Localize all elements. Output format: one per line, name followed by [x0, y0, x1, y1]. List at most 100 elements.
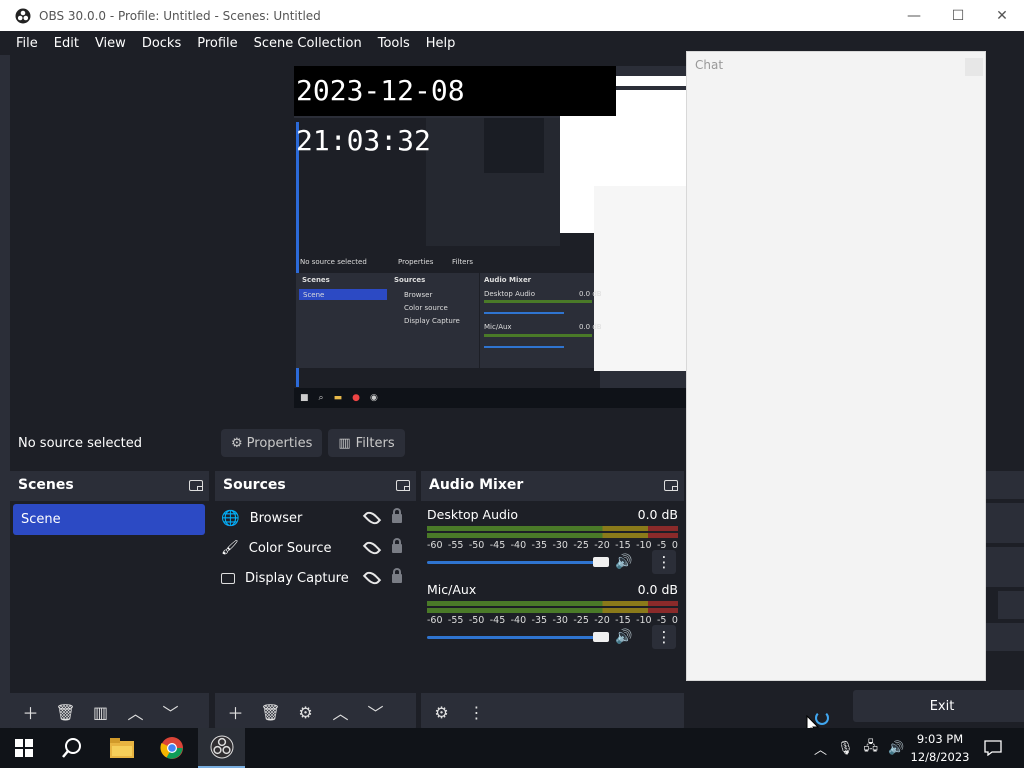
controls-button-1[interactable]: [986, 503, 1024, 543]
menu-docks[interactable]: Docks: [134, 36, 189, 51]
controls-button-2[interactable]: [986, 547, 1024, 587]
network-icon[interactable]: 🖧: [864, 737, 879, 759]
menu-profile[interactable]: Profile: [189, 36, 245, 51]
move-scene-down-button[interactable]: ﹀: [156, 699, 185, 726]
volume-slider[interactable]: [427, 560, 599, 564]
audio-menu-button[interactable]: ⋮: [462, 699, 491, 726]
move-scene-up-button[interactable]: ︿: [121, 699, 150, 726]
notifications-button[interactable]: [978, 728, 1008, 768]
maximize-button[interactable]: ☐: [936, 0, 980, 31]
add-scene-button[interactable]: ＋: [16, 699, 45, 726]
properties-button[interactable]: ⚙ Properties: [221, 429, 323, 457]
nested-start-icon: ■: [300, 393, 309, 403]
nested-chrome-icon: ●: [352, 393, 360, 403]
volume-slider-handle[interactable]: [593, 632, 609, 642]
taskbar: ︿ 🎙 🖧 🔊 9:03 PM 12/8/2023: [0, 728, 1024, 768]
chat-title: Chat: [695, 58, 724, 72]
nested-obs-icon: ◉: [369, 393, 378, 403]
chevron-up-icon[interactable]: ︿: [814, 739, 827, 758]
controls-settings-button[interactable]: [998, 591, 1024, 619]
nested-mic-db: 0.0 dB: [579, 323, 602, 331]
lock-icon[interactable]: [392, 507, 402, 523]
move-source-up-button[interactable]: ︿: [326, 699, 355, 726]
chat-dock[interactable]: Chat: [686, 51, 986, 681]
scene-filters-button[interactable]: ▥: [86, 699, 115, 726]
context-bar: No source selected ⚙ Properties ▥ Filter…: [10, 421, 686, 465]
channel-level: 0.0 dB: [637, 582, 678, 597]
nested-desktop-db: 0.0 dB: [579, 290, 602, 298]
nested-meter-2: [484, 334, 592, 337]
search-button[interactable]: [48, 728, 96, 768]
microphone-icon[interactable]: 🎙: [837, 741, 854, 756]
nested-sources-title: Sources: [394, 276, 426, 284]
source-properties-button[interactable]: ⚙: [291, 699, 320, 726]
lock-icon[interactable]: [392, 537, 402, 553]
menu-scene-collection[interactable]: Scene Collection: [246, 36, 370, 51]
exit-label: Exit: [929, 698, 955, 714]
audio-mixer-dock: Audio Mixer Desktop Audio 0.0 dB -60 -55-…: [421, 471, 684, 731]
taskbar-date: 12/8/2023: [910, 750, 970, 764]
move-source-down-button[interactable]: ﹀: [361, 699, 390, 726]
source-row-browser[interactable]: 🌐 Browser: [221, 503, 406, 533]
nested-no-source-label: No source selected: [300, 258, 367, 266]
audio-settings-button[interactable]: ⚙: [427, 699, 456, 726]
source-row-display[interactable]: Display Capture: [221, 563, 406, 593]
obs-taskbar-button[interactable]: [198, 728, 245, 768]
start-button[interactable]: [0, 728, 48, 768]
no-source-label: No source selected: [18, 435, 142, 451]
scene-item[interactable]: Scene: [13, 504, 205, 535]
add-source-button[interactable]: ＋: [221, 699, 250, 726]
lock-icon[interactable]: [392, 567, 402, 583]
system-tray: ︿ 🎙 🖧 🔊: [814, 728, 904, 768]
menu-tools[interactable]: Tools: [370, 36, 418, 51]
trash-icon: 🗑: [260, 702, 281, 722]
nested-scenes-dock: [296, 273, 390, 368]
nested-audio-dock: [480, 273, 598, 368]
chat-float-button[interactable]: [965, 58, 983, 76]
filters-button[interactable]: ▥ Filters: [328, 429, 405, 457]
menu-help[interactable]: Help: [418, 36, 464, 51]
channel-level: 0.0 dB: [637, 507, 678, 522]
volume-meter: [427, 608, 678, 613]
nested-mic-label: Mic/Aux: [484, 323, 512, 331]
volume-slider-handle[interactable]: [593, 557, 609, 567]
remove-source-button[interactable]: 🗑: [256, 699, 285, 726]
menu-edit[interactable]: Edit: [46, 36, 87, 51]
meter-ticks: -60 -55 -50 -45 -40 -35 -30 -25 -20 -15 -10 -5 0: [427, 540, 678, 551]
chrome-button[interactable]: [148, 728, 196, 768]
close-button[interactable]: ✕: [980, 0, 1024, 31]
undock-icon[interactable]: [396, 479, 410, 491]
gear-icon: ⚙: [231, 435, 243, 451]
volume-icon[interactable]: 🔊: [888, 741, 904, 756]
eye-icon[interactable]: [362, 508, 382, 528]
kebab-icon: ⋮: [656, 553, 672, 571]
nested-taskbar: ■ ⌕ ▬ ● ◉: [294, 388, 686, 408]
nested-scene-label: Scene: [303, 291, 325, 299]
speaker-icon[interactable]: 🔊: [615, 554, 632, 570]
eye-icon[interactable]: [362, 568, 382, 588]
menu-file[interactable]: File: [0, 36, 46, 51]
source-label: Display Capture: [245, 570, 349, 586]
sources-title: Sources: [223, 477, 286, 493]
speaker-icon[interactable]: 🔊: [615, 629, 632, 645]
volume-slider[interactable]: [427, 635, 599, 639]
notification-icon: [984, 740, 1002, 756]
minimize-button[interactable]: —: [892, 0, 936, 31]
controls-button-3[interactable]: [986, 623, 1024, 651]
nested-color-source-label: Color source: [404, 304, 448, 312]
brush-icon: 🖌: [221, 540, 239, 556]
undock-icon[interactable]: [189, 479, 203, 491]
undock-icon[interactable]: [664, 479, 678, 491]
channel-menu-button[interactable]: ⋮: [652, 625, 676, 649]
eye-icon[interactable]: [362, 538, 382, 558]
channel-menu-button[interactable]: ⋮: [652, 550, 676, 574]
file-explorer-button[interactable]: [98, 728, 146, 768]
channel-name: Mic/Aux: [427, 582, 477, 597]
menu-view[interactable]: View: [87, 36, 134, 51]
taskbar-clock[interactable]: 9:03 PM 12/8/2023: [908, 730, 972, 766]
remove-scene-button[interactable]: 🗑: [51, 699, 80, 726]
source-row-color[interactable]: 🖌 Color Source: [221, 533, 406, 563]
nested-filters-label: Filters: [452, 258, 473, 266]
exit-button[interactable]: Exit: [853, 690, 1024, 722]
chevron-down-icon: ﹀: [162, 704, 179, 723]
